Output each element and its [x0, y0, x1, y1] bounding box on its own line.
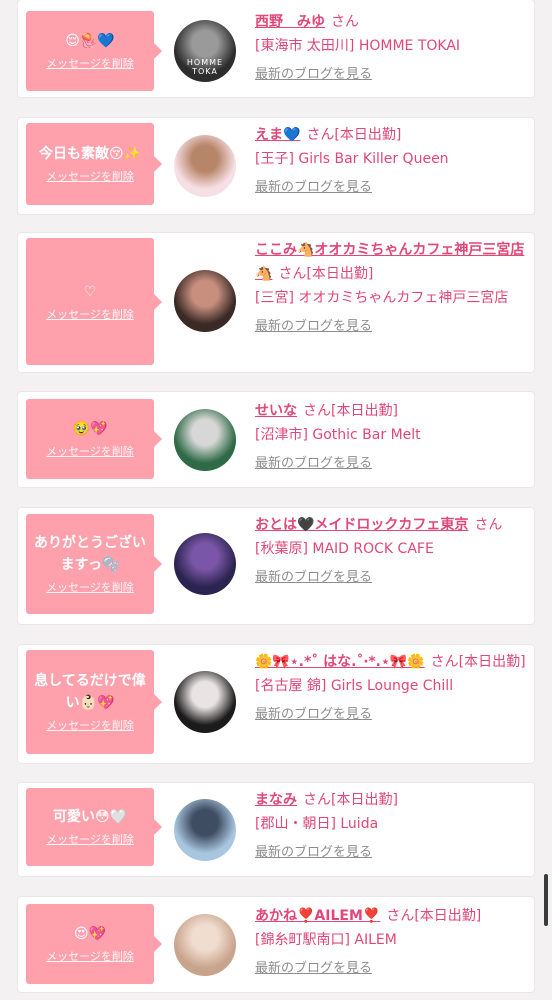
avatar[interactable]	[174, 799, 236, 861]
latest-blog-link[interactable]: 最新のブログを見る	[255, 317, 372, 337]
message-text: ありがとうございますっ🫧	[34, 535, 146, 573]
latest-blog-link[interactable]: 最新のブログを見る	[255, 454, 372, 474]
latest-blog-link[interactable]: 最新のブログを見る	[255, 178, 372, 198]
shop-info: [秋葉原] MAID ROCK CAFE	[255, 541, 434, 557]
delete-message-link[interactable]: メッセージを削除	[46, 56, 134, 72]
avatar[interactable]	[174, 135, 236, 197]
scrollbar-thumb[interactable]	[544, 874, 548, 926]
delete-message-link[interactable]: メッセージを削除	[46, 307, 134, 323]
cast-suffix: さん[本日出勤]	[278, 266, 374, 282]
title-line: あかね❣️AILEM❣️ さん[本日出勤]	[255, 904, 527, 928]
latest-blog-link[interactable]: 最新のブログを見る	[255, 65, 372, 85]
shop-info: [郡山・朝日] Luida	[255, 816, 379, 832]
message-text: 🥹💖	[72, 421, 108, 437]
message-bubble: 😌🪼💙 メッセージを削除	[26, 11, 162, 91]
delete-message-link[interactable]: メッセージを削除	[46, 580, 134, 596]
cast-suffix: さん[本日出勤]	[303, 792, 398, 808]
title-line: 🌼🎀⋆.*˚ はな.˚‧*.⋆🎀🌼 さん[本日出勤]	[255, 650, 527, 674]
latest-blog-link[interactable]: 最新のブログを見る	[255, 843, 372, 863]
cast-suffix: さん[本日出勤]	[430, 654, 526, 670]
avatar-overlay-text: HOMME TOKA	[186, 58, 224, 76]
latest-blog-link[interactable]: 最新のブログを見る	[255, 959, 372, 979]
avatar[interactable]: HOMME TOKA	[174, 20, 236, 82]
cast-name-link[interactable]: 西野 みゆ	[255, 14, 325, 30]
avatar[interactable]	[174, 914, 236, 976]
message-bubble: ありがとうございますっ🫧 メッセージを削除	[26, 514, 162, 614]
card-info: 🌼🎀⋆.*˚ はな.˚‧*.⋆🎀🌼 さん[本日出勤] [名古屋 錦] Girls L…	[255, 650, 527, 725]
card-info: せいな さん[本日出勤] [沼津市] Gothic Bar Melt 最新のブログを見…	[255, 399, 527, 474]
title-line: おとは🖤メイドロックカフェ東京 さん	[255, 513, 527, 537]
cast-suffix: さん[本日出勤]	[303, 403, 398, 419]
title-line: えま💙 さん[本日出勤]	[255, 123, 527, 147]
message-card: 息してるだけで偉い👶🏻💖 メッセージを削除 🌼🎀⋆.*˚ はな.˚‧*.⋆🎀🌼 さん[…	[18, 645, 534, 763]
delete-message-link[interactable]: メッセージを削除	[46, 169, 134, 185]
shop-info: [三宮] オオカミちゃんカフェ神戸三宮店	[255, 290, 509, 306]
cast-name-link[interactable]: せいな	[255, 403, 297, 419]
message-card: 今日も素敵😚✨ メッセージを削除 えま💙 さん[本日出勤] [王子] Girls Bar…	[18, 118, 534, 214]
message-text: 今日も素敵😚✨	[38, 146, 142, 162]
card-info: 西野 みゆ さん [東海市 太田川] HOMME TOKAI 最新のブログを見る	[255, 10, 527, 85]
card-info: まなみ さん[本日出勤] [郡山・朝日] Luida 最新のブログを見る	[255, 788, 527, 863]
card-info: おとは🖤メイドロックカフェ東京 さん [秋葉原] MAID ROCK CAFE 最新の…	[255, 513, 527, 588]
message-card: 🥹💖 メッセージを削除 せいな さん[本日出勤] [沼津市] Gothic Bar Me…	[18, 392, 534, 487]
message-text: 息してるだけで偉い👶🏻💖	[34, 673, 146, 711]
shop-info: [東海市 太田川] HOMME TOKAI	[255, 38, 461, 54]
message-bubble: 今日も素敵😚✨ メッセージを削除	[26, 123, 162, 205]
message-text: 😍💖	[73, 926, 107, 942]
delete-message-link[interactable]: メッセージを削除	[46, 949, 134, 965]
message-text: 😌🪼💙	[65, 33, 115, 49]
delete-message-link[interactable]: メッセージを削除	[46, 718, 134, 734]
message-bubble: 息してるだけで偉い👶🏻💖 メッセージを削除	[26, 650, 162, 754]
title-line: まなみ さん[本日出勤]	[255, 788, 527, 812]
message-card: ♡ メッセージを削除 ここみ🐴オオカミちゃんカフェ神戸三宮店🐴 さん[本日出勤] [三宮…	[18, 233, 534, 372]
message-bubble: 🥹💖 メッセージを削除	[26, 399, 162, 479]
cast-suffix: さん	[474, 517, 503, 533]
latest-blog-link[interactable]: 最新のブログを見る	[255, 705, 372, 725]
title-line: ここみ🐴オオカミちゃんカフェ神戸三宮店🐴 さん[本日出勤]	[255, 238, 527, 286]
shop-info: [王子] Girls Bar Killer Queen	[255, 151, 449, 167]
card-info: えま💙 さん[本日出勤] [王子] Girls Bar Killer Queen 最新…	[255, 123, 527, 198]
delete-message-link[interactable]: メッセージを削除	[46, 832, 134, 848]
delete-message-link[interactable]: メッセージを削除	[46, 444, 134, 460]
card-info: あかね❣️AILEM❣️ さん[本日出勤] [錦糸町駅南口] AILEM 最新のブログ…	[255, 904, 527, 979]
cast-name-link[interactable]: えま💙	[255, 127, 300, 143]
shop-info: [名古屋 錦] Girls Lounge Chill	[255, 678, 454, 694]
avatar[interactable]	[174, 409, 236, 471]
avatar[interactable]	[174, 533, 236, 595]
title-line: 西野 みゆ さん	[255, 10, 527, 34]
cast-name-link[interactable]: あかね❣️AILEM❣️	[255, 908, 380, 924]
cast-suffix: さん[本日出勤]	[306, 127, 402, 143]
message-text: 可愛い😳🤍	[52, 809, 128, 825]
message-bubble: ♡ メッセージを削除	[26, 238, 162, 365]
cast-name-link[interactable]: おとは🖤メイドロックカフェ東京	[255, 517, 468, 533]
shop-info: [錦糸町駅南口] AILEM	[255, 932, 397, 948]
message-bubble: 可愛い😳🤍 メッセージを削除	[26, 788, 162, 866]
message-bubble: 😍💖 メッセージを削除	[26, 904, 162, 984]
cast-suffix: さん	[331, 14, 359, 30]
title-line: せいな さん[本日出勤]	[255, 399, 527, 423]
cast-name-link[interactable]: まなみ	[255, 792, 297, 808]
cast-suffix: さん[本日出勤]	[386, 908, 482, 924]
message-card: 😍💖 メッセージを削除 あかね❣️AILEM❣️ さん[本日出勤] [錦糸町駅南口] A…	[18, 897, 534, 992]
shop-info: [沼津市] Gothic Bar Melt	[255, 427, 421, 443]
avatar[interactable]	[174, 671, 236, 733]
message-card: 可愛い😳🤍 メッセージを削除 まなみ さん[本日出勤] [郡山・朝日] Luida 最新の…	[18, 783, 534, 876]
message-card: 😌🪼💙 メッセージを削除 HOMME TOKA 西野 みゆ さん [東海市 太田川] HO…	[18, 0, 534, 97]
message-text: ♡	[83, 283, 97, 300]
latest-blog-link[interactable]: 最新のブログを見る	[255, 568, 372, 588]
avatar[interactable]	[174, 270, 236, 332]
card-info: ここみ🐴オオカミちゃんカフェ神戸三宮店🐴 さん[本日出勤] [三宮] オオカミちゃん…	[255, 238, 527, 337]
message-card: ありがとうございますっ🫧 メッセージを削除 おとは🖤メイドロックカフェ東京 さん [秋葉…	[18, 508, 534, 624]
cast-name-link[interactable]: 🌼🎀⋆.*˚ はな.˚‧*.⋆🎀🌼	[255, 654, 425, 670]
